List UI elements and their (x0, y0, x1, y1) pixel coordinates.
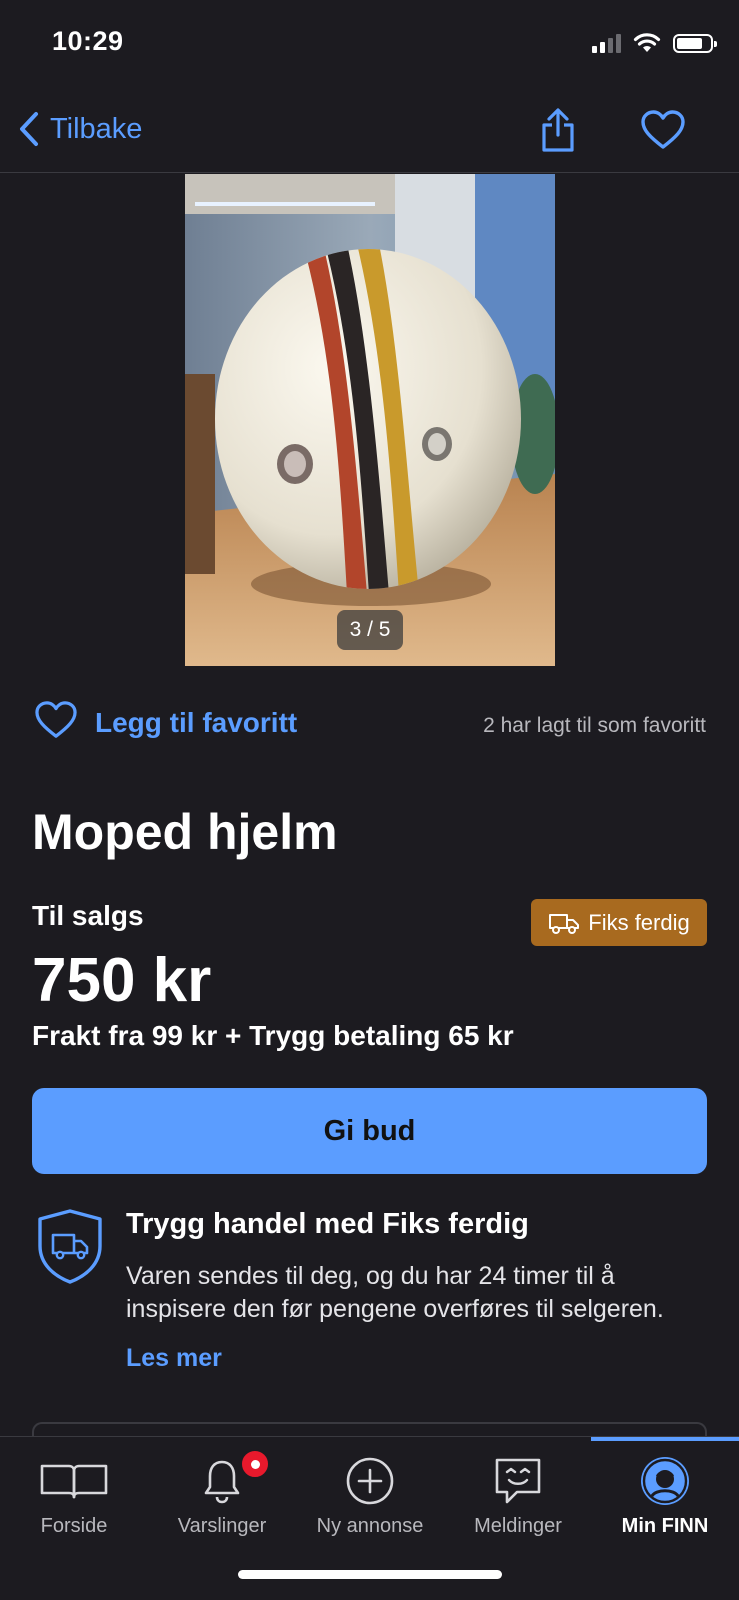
back-label: Tilbake (50, 112, 143, 145)
notification-badge (240, 1449, 270, 1479)
tab-ny-annonse[interactable]: Ny annonse (296, 1437, 444, 1547)
fiks-ferdig-badge: Fiks ferdig (531, 899, 707, 946)
heart-icon (35, 701, 77, 738)
make-offer-button[interactable]: Gi bud (32, 1088, 707, 1174)
battery-icon (673, 33, 717, 53)
listing-title: Moped hjelm (32, 804, 338, 860)
wifi-icon (633, 33, 661, 52)
badge-label: Fiks ferdig (588, 909, 690, 935)
tab-label: Meldinger (474, 1515, 562, 1537)
tab-min-finn[interactable]: Min FINN (591, 1437, 739, 1547)
status-time: 10:29 (52, 26, 124, 56)
safe-trade-description: Varen sendes til deg, og du har 24 timer… (126, 1262, 664, 1323)
favorite-count: 2 har lagt til som favoritt (483, 714, 706, 737)
shield-truck-icon (36, 1208, 104, 1289)
safe-trade-title: Trygg handel med Fiks ferdig (126, 1208, 529, 1240)
status-icons (592, 32, 717, 54)
delivery-truck-icon (549, 913, 580, 934)
heart-icon (641, 110, 685, 149)
book-icon (39, 1451, 109, 1511)
back-button[interactable]: Tilbake (18, 111, 142, 147)
chevron-left-icon (20, 112, 38, 146)
helmet-photo (185, 174, 555, 666)
tab-label: Varslinger (177, 1515, 267, 1537)
profile-icon (639, 1451, 691, 1511)
bell-icon (202, 1449, 270, 1511)
photo-counter: 3 / 5 (337, 610, 403, 650)
favorite-button[interactable] (640, 109, 686, 156)
share-button[interactable] (540, 107, 576, 158)
chat-icon (493, 1451, 543, 1511)
shipping-info: Frakt fra 99 kr + Trygg betaling 65 kr (32, 1020, 514, 1051)
tab-varslinger[interactable]: Varslinger (148, 1437, 296, 1547)
read-more-link[interactable]: Les mer (126, 1344, 222, 1373)
tab-forside[interactable]: Forside (0, 1437, 148, 1547)
tab-label: Ny annonse (316, 1515, 424, 1537)
share-icon (542, 108, 574, 152)
add-favorite-link[interactable]: Legg til favoritt (95, 707, 297, 739)
sale-type: Til salgs (32, 900, 144, 931)
cellular-signal-icon (592, 33, 621, 53)
favorite-heart-button[interactable] (34, 700, 78, 745)
home-indicator (238, 1570, 502, 1579)
tab-label: Min FINN (621, 1515, 709, 1537)
plus-circle-icon (345, 1451, 395, 1511)
listing-photo[interactable] (185, 174, 555, 666)
price: 750 kr (32, 946, 212, 1015)
tab-label: Forside (40, 1515, 108, 1537)
tab-meldinger[interactable]: Meldinger (444, 1437, 592, 1547)
navigation-bar: Tilbake (0, 95, 739, 173)
